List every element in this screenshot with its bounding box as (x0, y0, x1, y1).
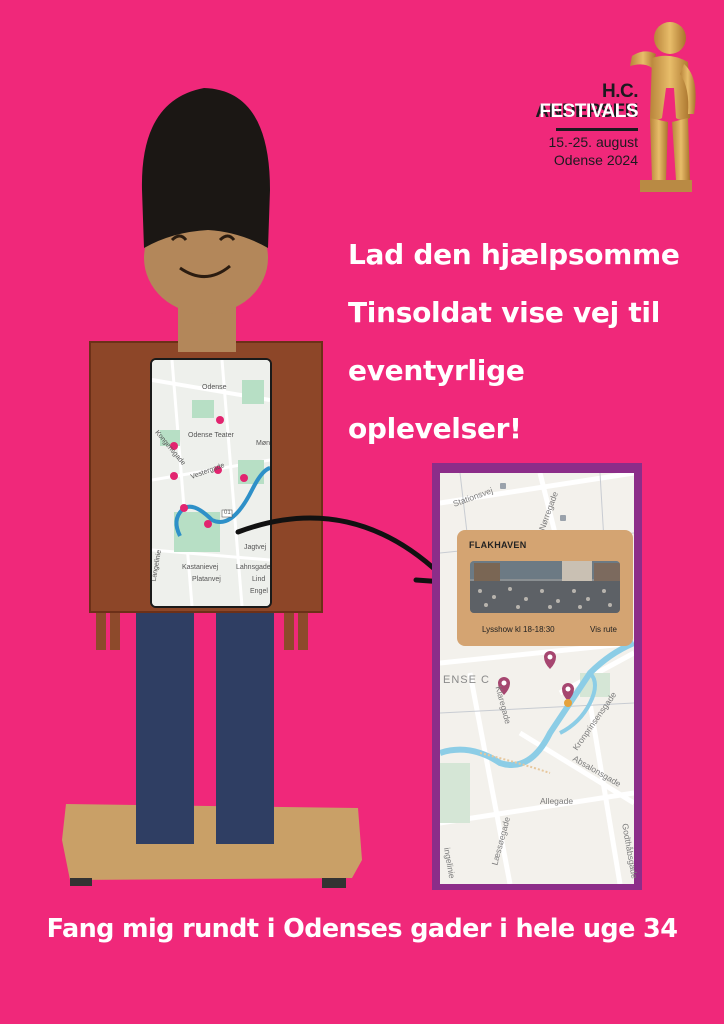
headline-line: Tinsoldat vise vej til (348, 296, 661, 329)
festival-place: Odense 2024 (553, 152, 638, 168)
logo-divider (556, 128, 638, 131)
label-odense: Odense (202, 384, 227, 391)
festival-name-line2: FESTIVALS (539, 101, 638, 122)
label-platanvej: Platanvej (192, 576, 221, 583)
label-teater: Odense Teater (188, 432, 234, 439)
district-label: ENSE C (443, 674, 490, 686)
label-kastanievej: Kastanievej (182, 564, 219, 571)
label-mo: Møn (256, 440, 270, 447)
street-allegade: Allegade (540, 796, 574, 806)
photo-crowd (470, 561, 620, 613)
show-route-button[interactable]: Vis rute (590, 625, 617, 634)
headline-line: eventyrlige (348, 354, 525, 387)
headline: Lad den hjælpsomme Tinsoldat vise vej ti… (348, 226, 708, 458)
headline-line: Lad den hjælpsomme (348, 238, 680, 271)
poster: H.C. ANDERSEN FESTIVALS 15.-25. august O… (0, 0, 724, 1024)
popup-title: FLAKHAVEN (469, 540, 527, 550)
arrow-icon (235, 515, 447, 585)
festival-dates: 15.-25. august (548, 134, 638, 150)
popup-info: Lysshow kl 18-18:30 (482, 625, 555, 634)
headline-line: oplevelser! (348, 412, 522, 445)
tagline: Fang mig rundt i Odenses gader i hele ug… (46, 914, 678, 944)
